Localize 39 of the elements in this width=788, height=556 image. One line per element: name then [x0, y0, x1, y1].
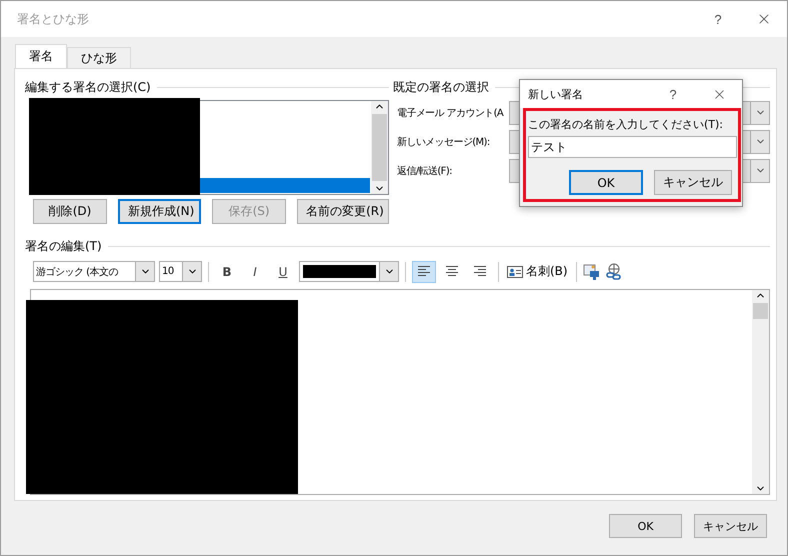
size-dropdown[interactable]: 10: [159, 261, 202, 282]
contact-card-icon: [507, 266, 523, 278]
underline-button[interactable]: U: [271, 260, 295, 282]
dialog-title: 新しい署名: [528, 86, 584, 102]
field-label: 返信/転送(F):: [397, 164, 453, 178]
scrollbar[interactable]: [371, 101, 388, 194]
section-heading: 編集する署名の選択(C): [25, 79, 151, 96]
ok-button[interactable]: OK: [569, 170, 643, 195]
section-heading: 既定の署名の選択: [393, 79, 489, 96]
cancel-button[interactable]: キャンセル: [654, 170, 732, 195]
align-left-icon: [417, 266, 431, 277]
signature-button[interactable]: 名前の変更(R): [297, 199, 389, 224]
tab[interactable]: ひな形: [67, 47, 131, 68]
font-dropdown[interactable]: 游ゴシック (本文の: [33, 261, 155, 282]
scrollbar[interactable]: [752, 290, 769, 494]
field-label: 新しいメッセージ(M):: [397, 136, 491, 148]
align-button[interactable]: [412, 260, 436, 282]
name-input[interactable]: テスト: [528, 136, 737, 158]
italic-button[interactable]: I: [243, 260, 267, 282]
color-dropdown[interactable]: [299, 261, 399, 282]
hyperlink-icon[interactable]: [604, 262, 623, 280]
signature-button[interactable]: 新規作成(N): [118, 199, 202, 224]
section-heading: 署名の編集(T): [25, 238, 102, 255]
business-card-button[interactable]: 名刺(B): [505, 260, 570, 282]
insert-picture-icon[interactable]: [582, 262, 601, 280]
bold-button[interactable]: B: [215, 260, 239, 282]
prompt-label: この署名の名前を入力してください(T):: [528, 117, 724, 132]
field-label: 電子メール アカウント(A: [397, 106, 504, 120]
ok-button[interactable]: OK: [609, 514, 682, 538]
align-center-icon: [445, 266, 459, 277]
cancel-button[interactable]: キャンセル: [694, 514, 767, 538]
align-right-icon: [473, 266, 487, 277]
signature-button[interactable]: 削除(D): [33, 199, 107, 224]
help-button[interactable]: ?: [650, 86, 696, 102]
help-button[interactable]: ?: [695, 10, 741, 28]
window-title: 署名とひな形: [17, 10, 90, 28]
scroll-thumb[interactable]: [753, 303, 768, 319]
signature-list[interactable]: [29, 100, 389, 195]
tab[interactable]: 署名: [15, 44, 67, 68]
